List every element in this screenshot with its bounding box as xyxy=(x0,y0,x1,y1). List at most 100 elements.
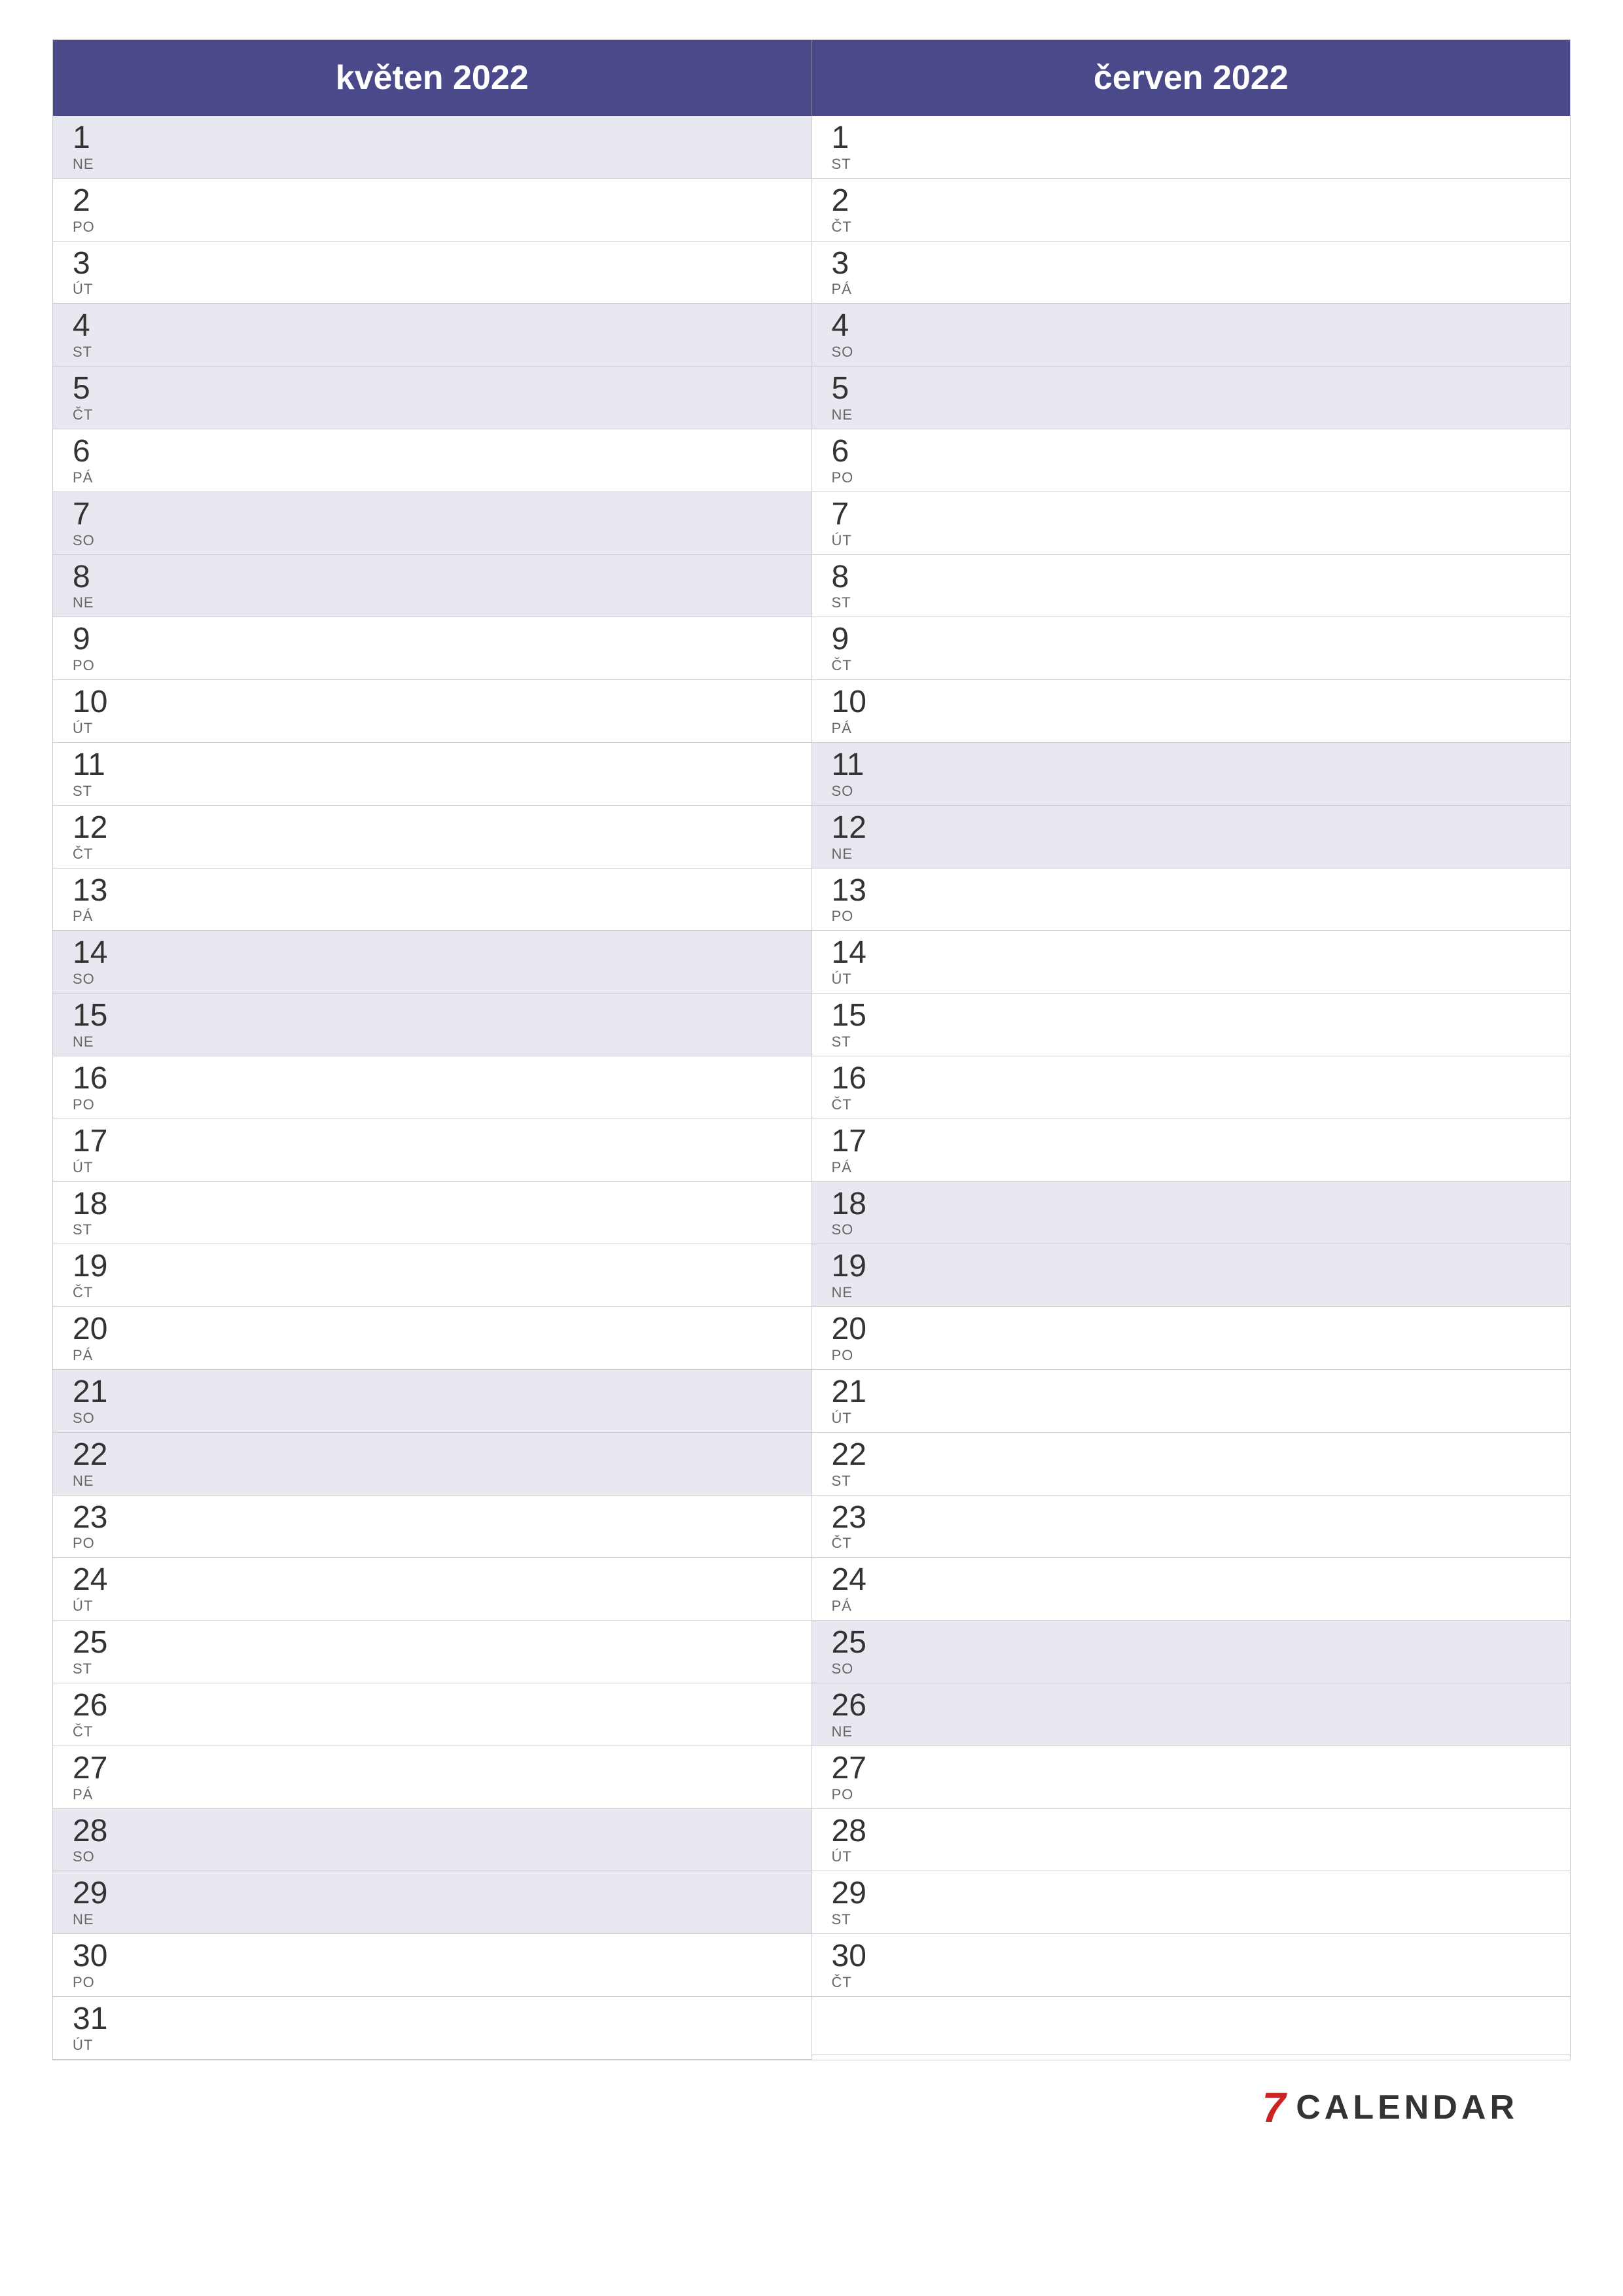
day-row: 7SO xyxy=(53,492,812,555)
day-number: 18 xyxy=(73,1187,107,1222)
day-number: 12 xyxy=(73,811,107,846)
day-number: 9 xyxy=(73,622,95,657)
day-number: 13 xyxy=(832,874,866,908)
day-abbr: NE xyxy=(73,1911,107,1928)
day-row: 2PO xyxy=(53,179,812,242)
day-abbr: ÚT xyxy=(832,971,866,988)
month-header-1: květen 2022 xyxy=(53,40,812,116)
day-number: 8 xyxy=(832,560,851,595)
day-abbr: ST xyxy=(73,1221,107,1238)
day-number: 6 xyxy=(832,435,854,469)
day-number: 29 xyxy=(832,1876,866,1911)
day-abbr: PO xyxy=(73,1974,107,1991)
day-row: 9PO xyxy=(53,617,812,680)
day-row: 21ÚT xyxy=(812,1370,1571,1433)
day-row: 8ST xyxy=(812,555,1571,618)
logo-area: 7CALENDAR xyxy=(1262,2087,1518,2128)
day-row: 5ČT xyxy=(53,367,812,429)
day-abbr: PÁ xyxy=(832,1159,866,1176)
day-row: 13PÁ xyxy=(53,869,812,931)
day-number: 25 xyxy=(832,1626,866,1660)
day-row: 7ÚT xyxy=(812,492,1571,555)
day-number: 22 xyxy=(832,1438,866,1473)
day-abbr: PÁ xyxy=(73,469,93,486)
day-row: 2ČT xyxy=(812,179,1571,242)
day-row: 17ÚT xyxy=(53,1119,812,1182)
day-row: 23PO xyxy=(53,1496,812,1558)
day-row: 16ČT xyxy=(812,1056,1571,1119)
day-abbr: ČT xyxy=(832,1096,866,1113)
day-row: 1NE xyxy=(53,116,812,179)
day-abbr: ST xyxy=(832,1911,866,1928)
day-number: 28 xyxy=(73,1814,107,1849)
day-row: 1ST xyxy=(812,116,1571,179)
day-abbr: ÚT xyxy=(832,1410,866,1427)
day-row: 5NE xyxy=(812,367,1571,429)
day-row: 4SO xyxy=(812,304,1571,367)
day-number: 5 xyxy=(832,372,853,406)
day-number: 17 xyxy=(832,1124,866,1159)
day-abbr: ČT xyxy=(73,1284,107,1301)
day-number: 10 xyxy=(832,685,866,720)
day-number: 7 xyxy=(832,497,852,532)
day-number: 13 xyxy=(73,874,107,908)
day-abbr: ST xyxy=(832,1473,866,1490)
day-row: 29NE xyxy=(53,1871,812,1934)
month-2-days: 1ST2ČT3PÁ4SO5NE6PO7ÚT8ST9ČT10PÁ11SO12NE1… xyxy=(812,116,1571,2060)
day-abbr: PÁ xyxy=(73,908,107,925)
day-row: 6PO xyxy=(812,429,1571,492)
day-abbr: ST xyxy=(832,1033,866,1050)
day-number: 16 xyxy=(73,1062,107,1096)
day-abbr: NE xyxy=(73,1473,107,1490)
day-number: 30 xyxy=(832,1939,866,1974)
day-number: 3 xyxy=(73,247,93,281)
day-abbr: SO xyxy=(832,1221,866,1238)
day-abbr: ST xyxy=(73,344,92,361)
day-number: 21 xyxy=(73,1375,107,1410)
day-row: 28ÚT xyxy=(812,1809,1571,1872)
day-number: 3 xyxy=(832,247,852,281)
month-header-2: červen 2022 xyxy=(812,40,1571,116)
day-abbr: ST xyxy=(832,594,851,611)
day-row: 4ST xyxy=(53,304,812,367)
day-number: 4 xyxy=(73,309,92,344)
day-number: 26 xyxy=(73,1689,107,1723)
day-row: 11ST xyxy=(53,743,812,806)
day-row: 27PÁ xyxy=(53,1746,812,1809)
day-row: 10PÁ xyxy=(812,680,1571,743)
calendar-grid: květen 2022červen 20221NE2PO3ÚT4ST5ČT6PÁ… xyxy=(52,39,1571,2060)
day-number: 18 xyxy=(832,1187,866,1222)
day-number: 25 xyxy=(73,1626,107,1660)
day-abbr: ÚT xyxy=(73,720,107,737)
day-number: 4 xyxy=(832,309,854,344)
day-abbr: ČT xyxy=(73,1723,107,1740)
day-abbr: ÚT xyxy=(832,532,852,549)
day-number: 23 xyxy=(73,1501,107,1535)
day-abbr: ÚT xyxy=(73,1598,107,1615)
day-row: 22ST xyxy=(812,1433,1571,1496)
day-number: 10 xyxy=(73,685,107,720)
day-abbr: NE xyxy=(73,1033,107,1050)
day-number: 24 xyxy=(73,1563,107,1598)
day-number: 11 xyxy=(73,748,105,783)
day-number: 26 xyxy=(832,1689,866,1723)
day-abbr: ČT xyxy=(832,219,852,236)
day-number: 14 xyxy=(73,936,107,971)
day-row: 30PO xyxy=(53,1934,812,1997)
day-number: 15 xyxy=(73,999,107,1033)
day-abbr: NE xyxy=(73,594,94,611)
day-abbr: NE xyxy=(832,1723,866,1740)
day-number: 11 xyxy=(832,748,865,783)
day-row: 12NE xyxy=(812,806,1571,869)
day-row: 14ÚT xyxy=(812,931,1571,994)
day-number: 27 xyxy=(832,1751,866,1786)
day-number: 24 xyxy=(832,1563,866,1598)
day-row: 26ČT xyxy=(53,1683,812,1746)
day-abbr: PO xyxy=(73,219,95,236)
day-abbr: SO xyxy=(832,783,865,800)
day-abbr: SO xyxy=(832,1660,866,1677)
day-abbr: ČT xyxy=(832,1535,866,1552)
day-number: 1 xyxy=(832,121,851,156)
logo-icon: 7 xyxy=(1262,2087,1286,2128)
calendar-container: květen 2022červen 20221NE2PO3ÚT4ST5ČT6PÁ… xyxy=(52,39,1571,2142)
